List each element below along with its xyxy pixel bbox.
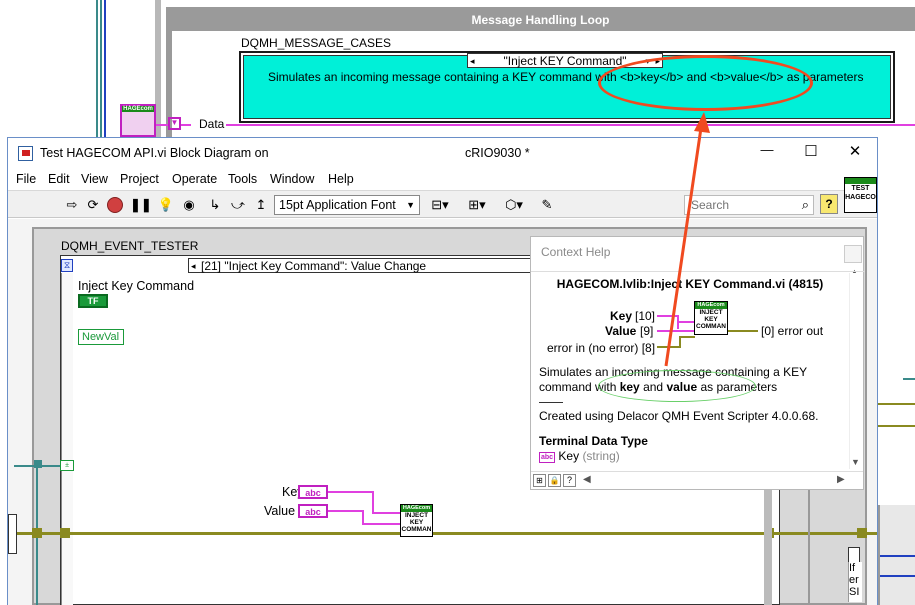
arrow-head-icon: [694, 112, 710, 133]
arrow-line: [664, 127, 703, 367]
annotation-arrow: [664, 112, 710, 367]
